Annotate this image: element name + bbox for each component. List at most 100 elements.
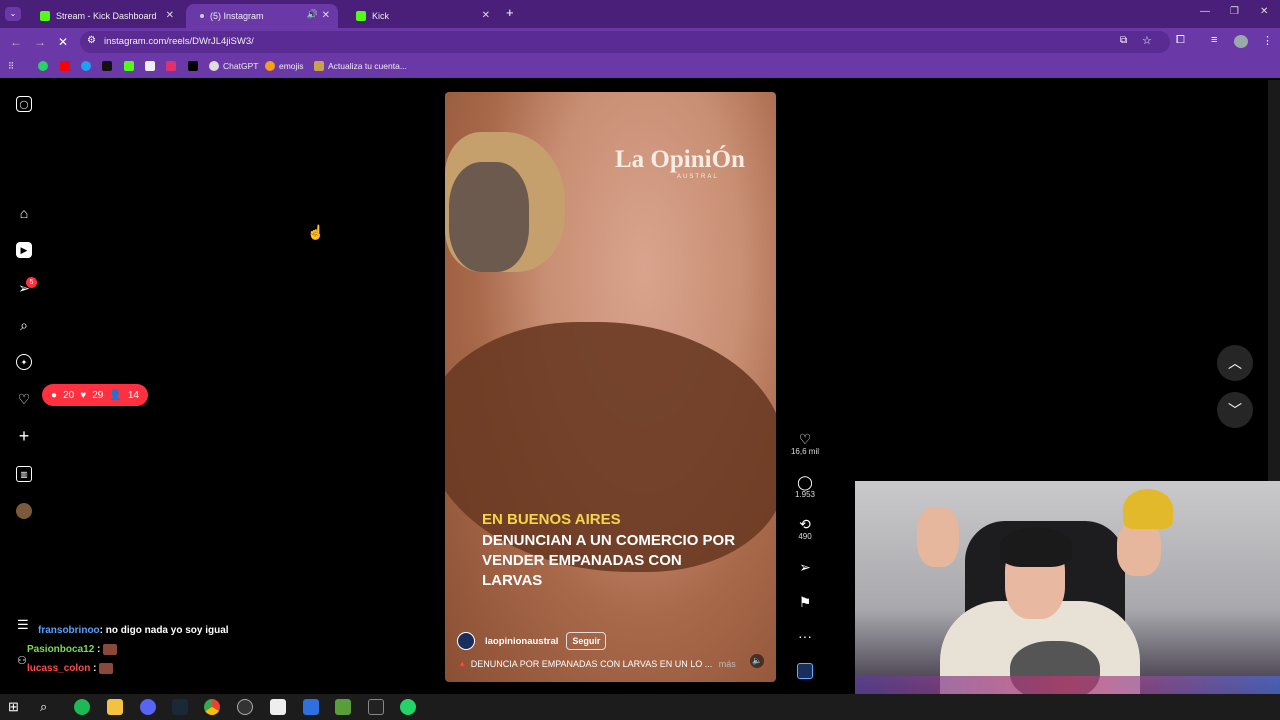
bookmark-icon: ⚑: [798, 594, 812, 610]
whatsapp-icon[interactable]: [38, 61, 48, 71]
chat-username: Pasionboca12: [27, 644, 95, 656]
stop-loading-icon[interactable]: ✕: [58, 35, 68, 49]
chat-users-icon: ⚇: [17, 655, 27, 667]
next-reel-button[interactable]: ﹀: [1217, 392, 1253, 428]
reel-subheadline: DENUNCIAN A UN COMERCIO POR VENDER EMPAN…: [482, 532, 736, 589]
save-button[interactable]: ⚑: [790, 594, 820, 610]
bookmark-actualiza[interactable]: Actualiza tu cuenta...: [314, 61, 407, 71]
emote-image: [99, 663, 114, 674]
reel-headline: EN BUENOS AIRES: [482, 511, 621, 528]
profile-avatar[interactable]: [16, 503, 32, 519]
webcam-frame: [1000, 527, 1072, 567]
person-icon: 👤: [109, 389, 122, 401]
forward-icon[interactable]: →: [34, 35, 46, 49]
account-avatar[interactable]: [457, 632, 475, 650]
media-control-icon[interactable]: ≡: [1211, 34, 1217, 46]
tab-label: Kick: [372, 11, 390, 21]
browser-tab-strip: ⌄ Stream - Kick Dashboard ✕ (5) Instagra…: [0, 0, 1280, 28]
brand-logo: La OpiniÓn: [615, 146, 745, 173]
bookmark-chatgpt[interactable]: ChatGPT: [209, 61, 258, 71]
mail-icon[interactable]: [145, 61, 155, 71]
x-icon[interactable]: [188, 61, 198, 71]
close-tab-icon[interactable]: ✕: [322, 10, 330, 21]
youtube-icon[interactable]: [60, 61, 70, 71]
repost-count: 490: [798, 532, 812, 541]
mute-icon[interactable]: 🔈: [750, 654, 764, 668]
edge-icon[interactable]: [81, 61, 91, 71]
create-icon[interactable]: +: [16, 427, 32, 445]
kick-icon: [40, 11, 50, 21]
account-name[interactable]: laopinionaustral: [485, 636, 558, 647]
mouse-cursor-icon: ☝: [307, 224, 325, 240]
comment-button[interactable]: ◯ 1.953: [790, 474, 820, 499]
whatsapp-icon[interactable]: [400, 699, 416, 715]
tab-kick-dashboard[interactable]: Stream - Kick Dashboard ✕: [26, 4, 182, 28]
explore-icon[interactable]: ✦: [16, 354, 32, 370]
close-tab-icon[interactable]: ✕: [166, 10, 174, 21]
reel-caption[interactable]: 🔺 DENUNCIA POR EMPANADAS CON LARVAS EN U…: [457, 659, 736, 670]
kick-icon: [356, 11, 366, 21]
share-button[interactable]: ➢: [790, 559, 820, 575]
instagram-icon[interactable]: [166, 61, 176, 71]
comment-count: 20: [63, 389, 75, 401]
search-icon[interactable]: ⌕: [40, 699, 56, 715]
brand-logo-sub: AUSTRAL: [677, 174, 719, 180]
bookmark-emojis[interactable]: emojis: [265, 61, 304, 71]
obs-icon[interactable]: [237, 699, 253, 715]
site-info-icon[interactable]: ⚙: [87, 35, 96, 46]
new-tab-icon[interactable]: +: [506, 5, 514, 20]
app-icon[interactable]: [303, 699, 319, 715]
minecraft-icon[interactable]: [335, 699, 351, 715]
like-button[interactable]: ♡ 16,6 mil: [790, 431, 820, 456]
back-icon[interactable]: ←: [10, 35, 22, 49]
tiktok-icon[interactable]: [102, 61, 112, 71]
spotify-icon[interactable]: [74, 699, 90, 715]
tab-instagram[interactable]: (5) Instagram 🔊 ✕: [186, 4, 338, 28]
notification-pill[interactable]: ● 20 ♥ 29 👤 14: [42, 384, 148, 406]
repost-button[interactable]: ⟲ 490: [790, 516, 820, 541]
tab-kick[interactable]: Kick ✕: [342, 4, 498, 28]
comment-count: 1.953: [794, 490, 816, 499]
install-icon[interactable]: ⧉: [1120, 35, 1127, 46]
webcam-frame: [1117, 521, 1161, 576]
kick-icon[interactable]: [124, 61, 134, 71]
menu-icon[interactable]: ⋮: [1262, 34, 1273, 47]
epic-games-icon[interactable]: [368, 699, 384, 715]
steam-icon[interactable]: [172, 699, 188, 715]
comment-icon: ●: [51, 389, 58, 401]
reel-video[interactable]: La OpiniÓn AUSTRAL EN BUENOS AIRES DENUN…: [445, 92, 776, 682]
previous-reel-button[interactable]: ︿: [1217, 345, 1253, 381]
tab-search-icon[interactable]: ⌄: [5, 7, 21, 21]
home-icon[interactable]: ⌂: [16, 205, 32, 221]
more-options-button[interactable]: ···: [790, 628, 820, 644]
close-window-icon[interactable]: ✕: [1260, 6, 1268, 17]
notifications-icon[interactable]: ♡: [16, 391, 32, 407]
bookmark-star-icon[interactable]: ☆: [1142, 34, 1152, 47]
messages-badge: 5: [26, 277, 37, 288]
follow-button[interactable]: Seguir: [566, 632, 607, 650]
instagram-icon[interactable]: ◯: [16, 96, 32, 112]
heart-icon: ♡: [798, 431, 812, 447]
profile-avatar[interactable]: [1234, 35, 1248, 48]
discord-icon[interactable]: [140, 699, 156, 715]
minimize-icon[interactable]: —: [1200, 6, 1210, 17]
windows-start-icon[interactable]: ⊞: [8, 699, 24, 715]
restore-icon[interactable]: ❐: [1230, 6, 1239, 17]
speaker-icon[interactable]: 🔊: [307, 9, 318, 20]
loading-icon: [200, 14, 204, 18]
chrome-icon[interactable]: [204, 699, 220, 715]
capcut-icon[interactable]: [270, 699, 286, 715]
more-link[interactable]: más: [719, 659, 736, 669]
search-icon[interactable]: ⌕: [16, 317, 32, 333]
reels-icon[interactable]: ▶: [16, 242, 32, 258]
address-bar[interactable]: ⚙ instagram.com/reels/DWrJL4jiSW3/ ⧉ ☆: [80, 31, 1170, 53]
file-explorer-icon[interactable]: [107, 699, 123, 715]
audio-thumbnail[interactable]: [797, 663, 813, 679]
dashboard-icon[interactable]: ▥: [16, 466, 32, 482]
like-count: 16,6 mil: [790, 447, 819, 456]
close-tab-icon[interactable]: ✕: [482, 10, 490, 21]
windows-taskbar: ⊞ ⌕: [0, 694, 1280, 720]
bookmark-label: ChatGPT: [223, 61, 259, 71]
apps-icon[interactable]: ⠿: [8, 61, 14, 72]
extensions-icon[interactable]: ⧠: [1176, 34, 1185, 47]
